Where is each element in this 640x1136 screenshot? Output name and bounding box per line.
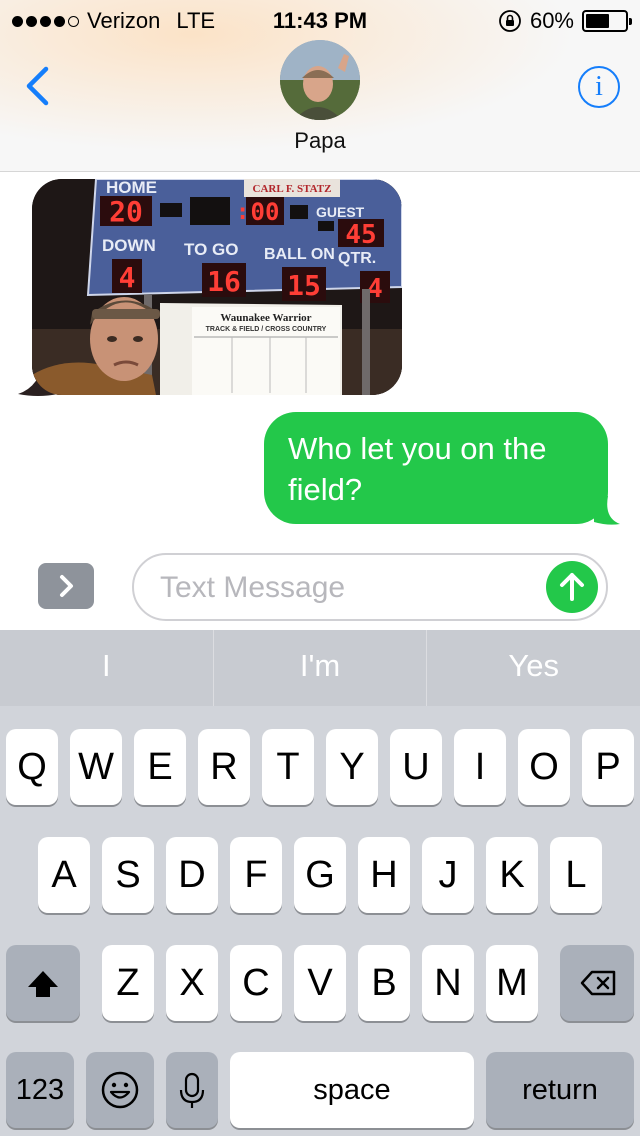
guest-label: GUEST (316, 204, 365, 220)
info-icon: i (595, 71, 603, 102)
banner-subtitle: TRACK & FIELD / CROSS COUNTRY (206, 326, 327, 333)
orientation-lock-icon (499, 10, 521, 32)
scoreboard-photo: CARL F. STATZ HOME 20 : 00 GUEST 45 DOWN… (32, 179, 402, 395)
delete-icon (580, 970, 616, 996)
key-s[interactable]: S (102, 837, 154, 913)
key-a[interactable]: A (38, 837, 90, 913)
predictive-text-bar: I I'm Yes (0, 630, 640, 706)
battery-level (586, 14, 609, 28)
chevron-left-icon (26, 66, 49, 106)
prediction-1[interactable]: I (0, 630, 214, 706)
banner-title: Waunakee Warrior (220, 312, 311, 324)
key-j[interactable]: J (422, 837, 474, 913)
message-input[interactable] (160, 569, 540, 607)
key-w[interactable]: W (70, 729, 122, 805)
key-k[interactable]: K (486, 837, 538, 913)
game-clock: 00 (251, 198, 280, 226)
home-score: 20 (109, 195, 143, 228)
ball-on-value: 15 (287, 269, 321, 302)
ball-on-label: BALL ON (264, 246, 335, 263)
down-label: DOWN (102, 236, 156, 255)
emoji-key[interactable] (86, 1052, 154, 1128)
message-input-field[interactable] (132, 553, 608, 621)
prediction-2[interactable]: I'm (214, 630, 428, 706)
guest-score: 45 (345, 220, 376, 250)
key-t[interactable]: T (262, 729, 314, 805)
prediction-3[interactable]: Yes (427, 630, 640, 706)
key-f[interactable]: F (230, 837, 282, 913)
sponsor-text: CARL F. STATZ (253, 183, 332, 195)
key-e[interactable]: E (134, 729, 186, 805)
key-p[interactable]: P (582, 729, 634, 805)
shift-key[interactable] (6, 945, 80, 1021)
key-q[interactable]: Q (6, 729, 58, 805)
key-u[interactable]: U (390, 729, 442, 805)
battery-percent: 60% (529, 8, 574, 33)
microphone-icon (179, 1072, 205, 1108)
key-n[interactable]: N (422, 945, 474, 1021)
space-key[interactable]: space (230, 1052, 474, 1128)
key-h[interactable]: H (358, 837, 410, 913)
key-d[interactable]: D (166, 837, 218, 913)
info-button[interactable]: i (578, 66, 620, 108)
key-l[interactable]: L (550, 837, 602, 913)
qtr-label: QTR. (338, 250, 376, 267)
battery-icon (582, 10, 632, 32)
return-key[interactable]: return (486, 1052, 634, 1128)
key-z[interactable]: Z (102, 945, 154, 1021)
key-c[interactable]: C (230, 945, 282, 1021)
key-v[interactable]: V (294, 945, 346, 1021)
key-m[interactable]: M (486, 945, 538, 1021)
key-r[interactable]: R (198, 729, 250, 805)
shift-icon (28, 971, 58, 997)
key-g[interactable]: G (294, 837, 346, 913)
arrow-up-icon (560, 573, 584, 601)
key-o[interactable]: O (518, 729, 570, 805)
contact-avatar[interactable] (280, 40, 360, 120)
key-x[interactable]: X (166, 945, 218, 1021)
avatar-photo (280, 40, 360, 120)
delete-key[interactable] (560, 945, 634, 1021)
contact-name[interactable]: Papa (0, 128, 640, 154)
to-go-label: TO GO (184, 240, 238, 259)
send-button[interactable] (546, 561, 598, 613)
status-right: 60% (498, 8, 632, 34)
key-i[interactable]: I (454, 729, 506, 805)
back-button[interactable] (22, 66, 54, 106)
emoji-icon (101, 1071, 139, 1109)
chevron-right-icon (60, 575, 73, 597)
outgoing-message-text: Who let you on the field? (288, 431, 547, 507)
down-value: 4 (119, 261, 136, 294)
to-go-value: 16 (207, 265, 241, 298)
key-b[interactable]: B (358, 945, 410, 1021)
expand-apps-button[interactable] (38, 563, 94, 609)
key-y[interactable]: Y (326, 729, 378, 805)
dictation-key[interactable] (166, 1052, 218, 1128)
status-bar: Verizon LTE 11:43 PM 60% (0, 0, 640, 40)
incoming-photo-message[interactable]: CARL F. STATZ HOME 20 : 00 GUEST 45 DOWN… (32, 179, 402, 395)
numbers-key[interactable]: 123 (6, 1052, 74, 1128)
